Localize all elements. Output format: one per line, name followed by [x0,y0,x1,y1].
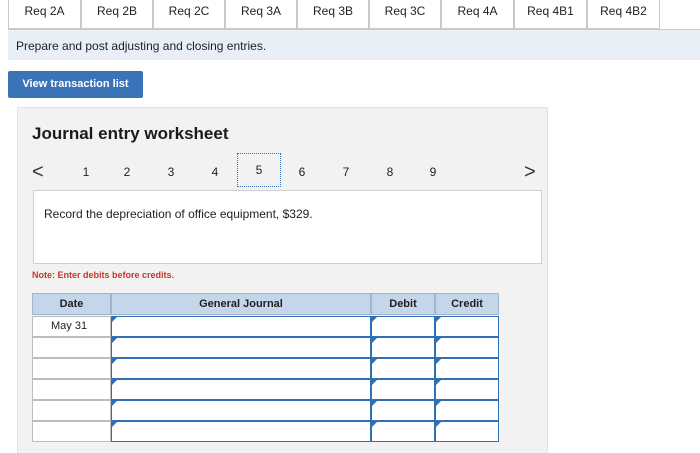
header-date: Date [32,293,111,315]
debit-input[interactable] [371,421,435,442]
page-3[interactable]: 3 [163,164,179,180]
date-cell [32,379,111,400]
header-debit: Debit [371,293,435,315]
prev-entry-icon[interactable]: < [32,162,44,182]
account-input[interactable] [111,358,371,379]
transaction-description-box: Record the depreciation of office equipm… [33,190,542,264]
page-5-active[interactable]: 5 [237,153,281,187]
tab-req-4b2[interactable]: Req 4B2 [587,0,660,29]
credit-input[interactable] [435,316,499,337]
page-1[interactable]: 1 [78,164,94,180]
credit-input[interactable] [435,358,499,379]
tab-req-4a[interactable]: Req 4A [441,0,514,29]
tab-req-3c[interactable]: Req 3C [369,0,441,29]
page-8[interactable]: 8 [382,164,398,180]
tab-req-2c[interactable]: Req 2C [153,0,225,29]
date-cell: May 31 [32,316,111,337]
journal-entry-worksheet: Journal entry worksheet < 1 2 3 4 5 6 7 … [17,107,548,453]
credit-input[interactable] [435,421,499,442]
account-input[interactable] [111,421,371,442]
instruction-text: Prepare and post adjusting and closing e… [16,39,267,53]
account-input[interactable] [111,379,371,400]
credit-input[interactable] [435,379,499,400]
entry-note: Note: Enter debits before credits. [32,270,175,280]
page-4[interactable]: 4 [207,164,223,180]
instruction-banner: Prepare and post adjusting and closing e… [8,30,700,60]
tab-req-4b1[interactable]: Req 4B1 [514,0,587,29]
date-cell [32,358,111,379]
account-input[interactable] [111,316,371,337]
worksheet-title: Journal entry worksheet [32,124,229,143]
account-input[interactable] [111,337,371,358]
page-2[interactable]: 2 [119,164,135,180]
tab-req-3b[interactable]: Req 3B [297,0,369,29]
tab-req-2b[interactable]: Req 2B [81,0,153,29]
transaction-description: Record the depreciation of office equipm… [44,207,313,221]
date-cell [32,421,111,442]
requirement-tabs: Req 2A Req 2B Req 2C Req 3A Req 3B Req 3… [8,0,700,30]
debit-input[interactable] [371,358,435,379]
tab-req-3a[interactable]: Req 3A [225,0,297,29]
header-credit: Credit [435,293,499,315]
credit-input[interactable] [435,400,499,421]
page-6[interactable]: 6 [294,164,310,180]
debit-input[interactable] [371,316,435,337]
debit-input[interactable] [371,400,435,421]
account-input[interactable] [111,400,371,421]
credit-input[interactable] [435,337,499,358]
date-cell [32,337,111,358]
date-cell [32,400,111,421]
view-transaction-list-button[interactable]: View transaction list [8,71,143,98]
tab-req-2a[interactable]: Req 2A [8,0,81,29]
page-9[interactable]: 9 [425,164,441,180]
entry-pager: < 1 2 3 4 5 6 7 8 9 > [18,153,549,190]
debit-input[interactable] [371,379,435,400]
page-7[interactable]: 7 [338,164,354,180]
debit-input[interactable] [371,337,435,358]
next-entry-icon[interactable]: > [524,162,536,182]
header-general-journal: General Journal [111,293,371,315]
date-value: May 31 [51,320,88,332]
